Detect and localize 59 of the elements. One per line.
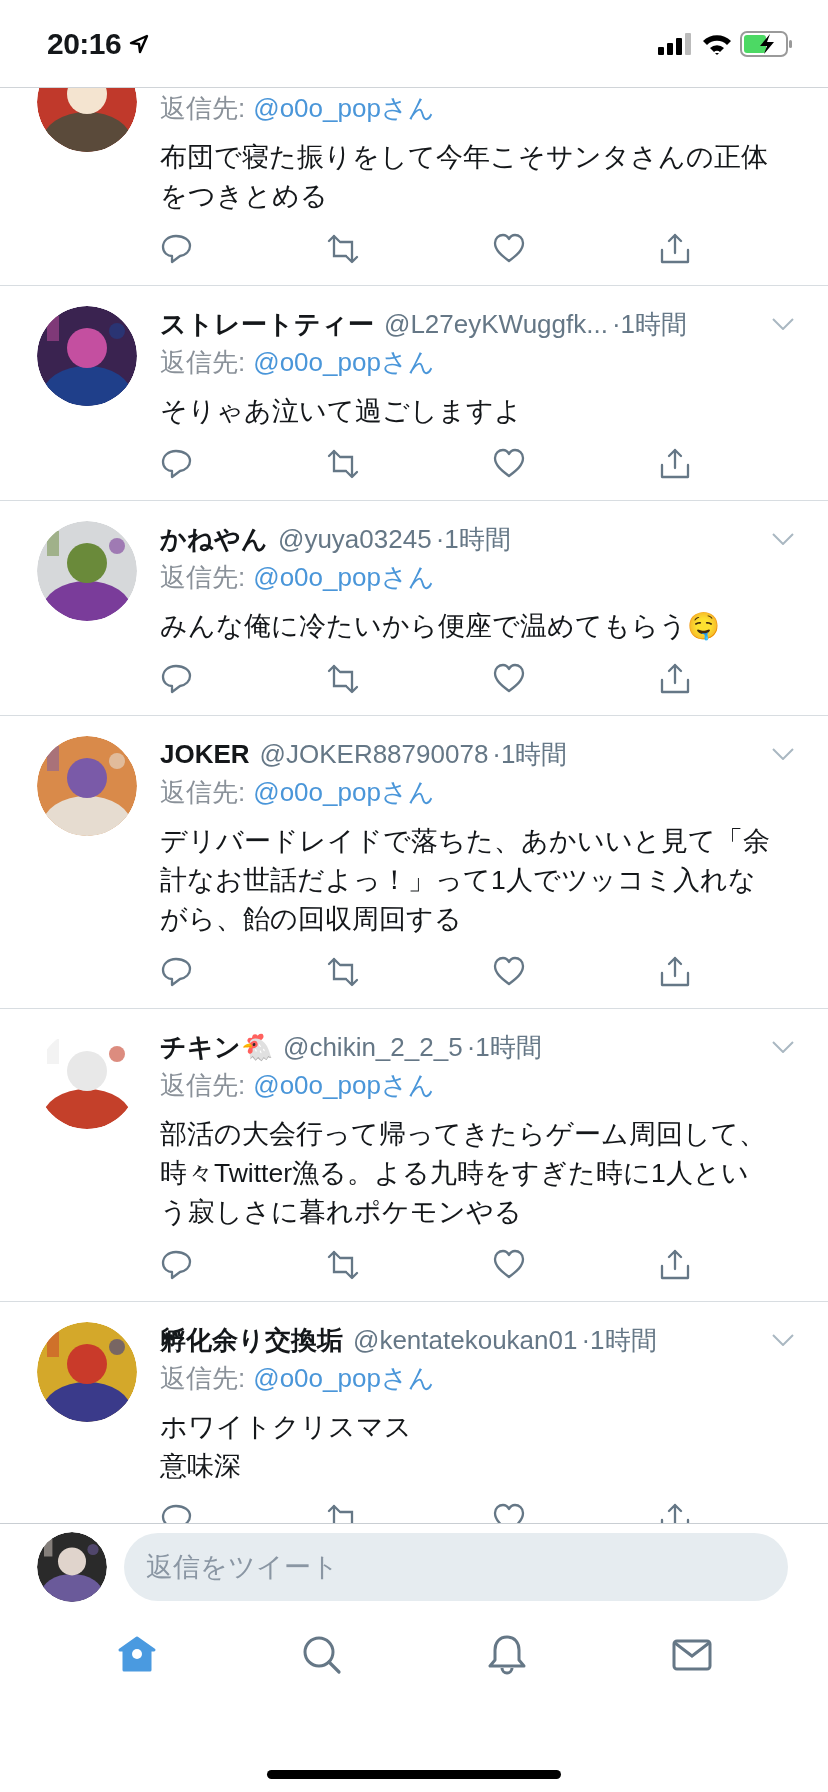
user-name[interactable]: JOKER xyxy=(160,736,250,772)
tweet-time: ·1時間 xyxy=(581,1324,657,1357)
wifi-icon xyxy=(702,32,732,55)
reply-to-label: 返信先: xyxy=(160,93,246,123)
tweet-text: 意味深 xyxy=(160,1450,242,1483)
share-icon[interactable] xyxy=(658,1248,692,1282)
reply-icon[interactable] xyxy=(160,447,194,481)
tweet-time: ·1時間 xyxy=(492,738,568,771)
tweet-text: そりゃあ泣いて過ごしますよ xyxy=(160,395,523,428)
share-icon[interactable] xyxy=(658,447,692,481)
reply-icon[interactable] xyxy=(160,955,194,989)
tweet-time: ·1時間 xyxy=(466,1031,542,1064)
reply-input-field[interactable]: 返信をツイート xyxy=(124,1533,788,1601)
share-icon[interactable] xyxy=(658,662,692,696)
reply-to-link[interactable]: @o0o_popさん xyxy=(253,1363,435,1393)
tweet-text: ホワイトクリスマス xyxy=(160,1411,413,1444)
tweet-text: デリバードレイドで落ちた、あかいいと見て「余計なお世話だよっ！」って1人でツッコミ入れながら、飴の回収周回する xyxy=(160,825,771,936)
share-icon[interactable] xyxy=(658,955,692,989)
reply-to-link[interactable]: @o0o_popさん xyxy=(253,777,435,807)
share-icon[interactable] xyxy=(658,232,692,266)
avatar xyxy=(37,1532,107,1602)
avatar[interactable] xyxy=(37,521,137,621)
reply-to-label: 返信先: xyxy=(160,347,246,377)
reply-to-link[interactable]: @o0o_popさん xyxy=(253,93,435,123)
user-name[interactable]: 孵化余り交換垢 xyxy=(160,1322,343,1358)
user-name[interactable]: かねやん xyxy=(160,521,268,557)
signal-icon xyxy=(658,32,694,55)
retweet-icon[interactable] xyxy=(326,447,360,481)
reply-to-label: 返信先: xyxy=(160,777,246,807)
user-name[interactable]: ストレートティー xyxy=(160,306,374,342)
tweet-text: 部活の大会行って帰ってきたらゲーム周回して、時々Twitter漁る。よる九時をすぎた時に1人という寂しさに暮れポケモンやる xyxy=(160,1118,767,1229)
user-handle: @yuya03245 xyxy=(278,523,432,556)
status-time: 20:16 xyxy=(47,26,122,62)
reply-icon[interactable] xyxy=(160,662,194,696)
retweet-icon[interactable] xyxy=(326,955,360,989)
user-handle: @L27eyKWuggfk... xyxy=(384,308,608,341)
reply-icon[interactable] xyxy=(160,232,194,266)
retweet-icon[interactable] xyxy=(326,1248,360,1282)
tweet-time: ·1時間 xyxy=(435,523,511,556)
reply-to-label: 返信先: xyxy=(160,562,246,592)
user-handle: @chikin_2_2_5 xyxy=(283,1031,463,1064)
reply-icon[interactable] xyxy=(160,1248,194,1282)
location-arrow-icon xyxy=(129,33,150,54)
retweet-icon[interactable] xyxy=(326,662,360,696)
user-handle: @JOKER88790078 xyxy=(259,738,489,771)
retweet-icon[interactable] xyxy=(326,232,360,266)
tweet-text: 布団で寝た振りをして今年こそサンタさんの正体をつきとめる xyxy=(160,141,769,213)
battery-icon xyxy=(740,30,794,57)
avatar[interactable] xyxy=(37,1322,137,1422)
user-name[interactable]: チキン🐔 xyxy=(160,1029,273,1065)
user-handle: @kentatekoukan01 xyxy=(353,1324,578,1357)
reply-to-link[interactable]: @o0o_popさん xyxy=(253,347,435,377)
tweet-text: みんな俺に冷たいから便座で温めてもらう🤤 xyxy=(160,610,721,643)
reply-to-link[interactable]: @o0o_popさん xyxy=(253,1070,435,1100)
avatar[interactable] xyxy=(37,306,137,406)
reply-to-link[interactable]: @o0o_popさん xyxy=(253,562,435,592)
reply-to-label: 返信先: xyxy=(160,1363,246,1393)
tweet-time: ·1時間 xyxy=(611,308,688,341)
reply-to-label: 返信先: xyxy=(160,1070,246,1100)
